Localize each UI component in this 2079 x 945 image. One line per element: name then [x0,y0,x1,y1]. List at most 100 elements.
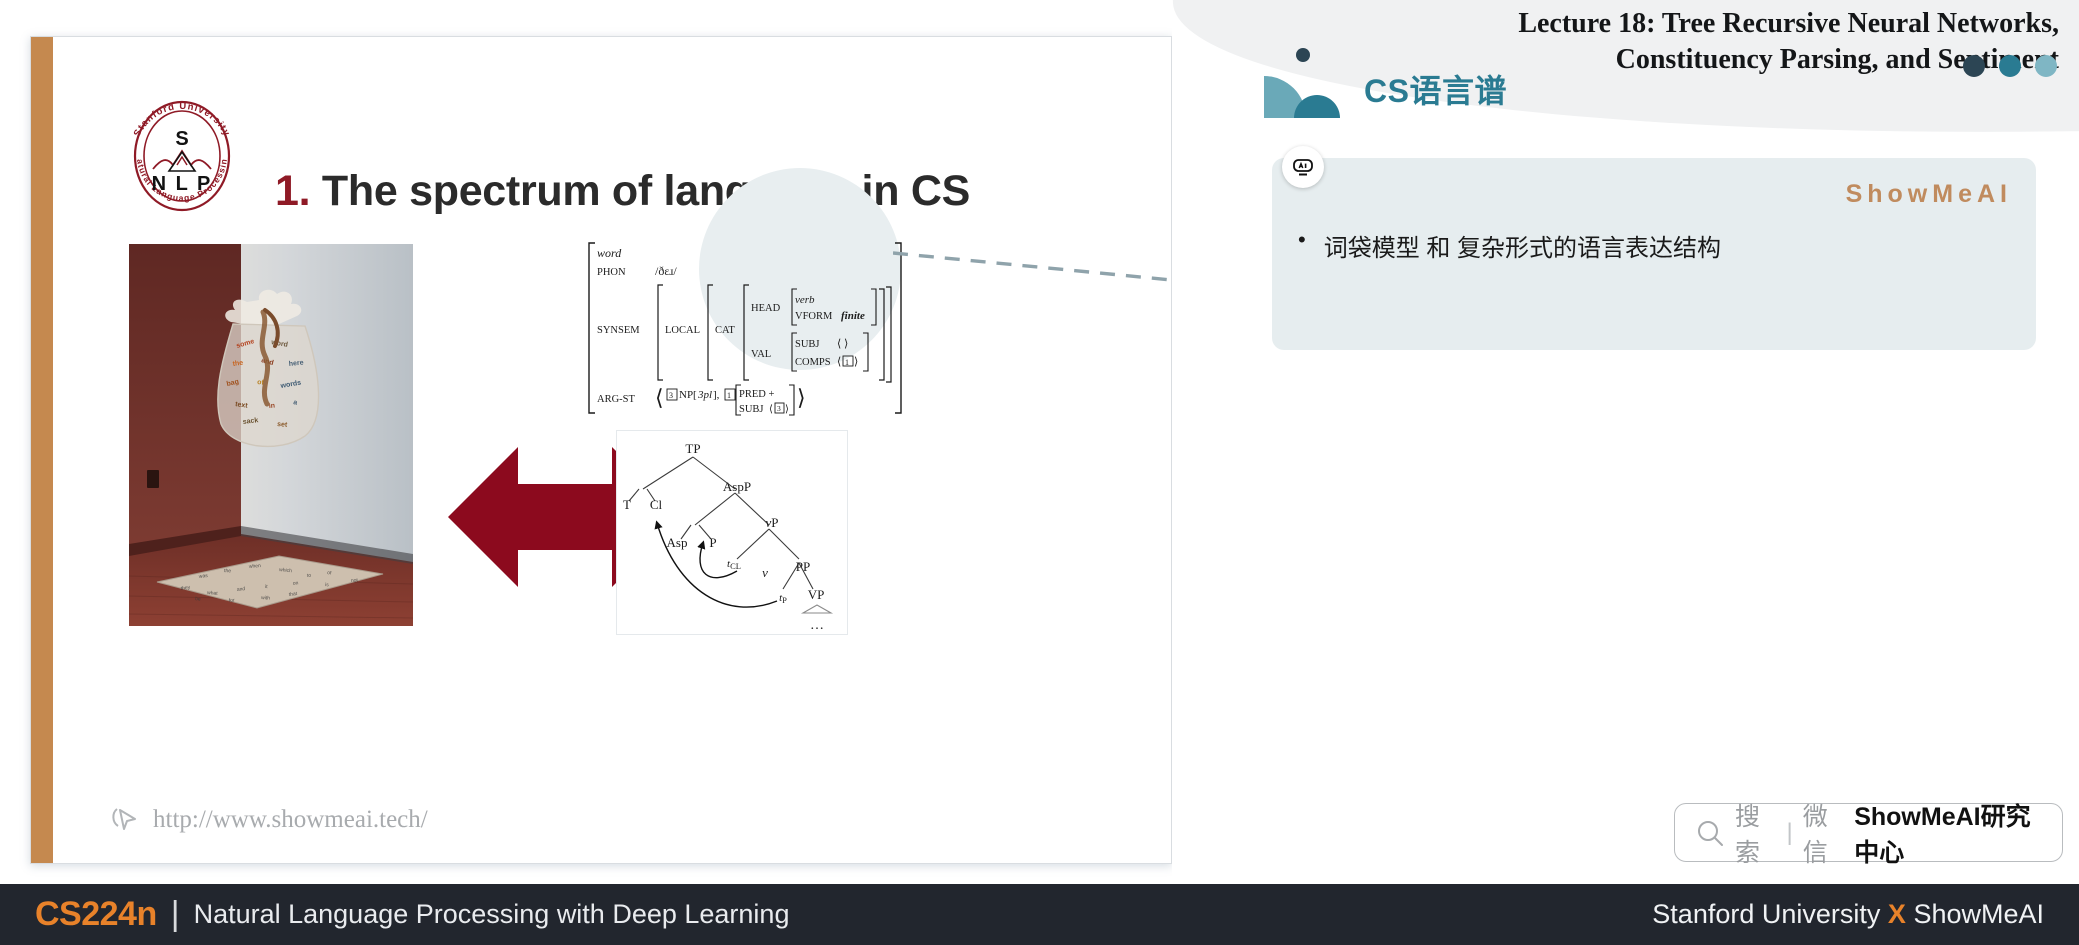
stanford-nlp-logo: Stanford University Natural Language Pro… [121,95,243,217]
svg-text:/ðɛɹ/: /ðɛɹ/ [655,264,677,278]
svg-text:the: the [224,568,232,574]
svg-text:⟨: ⟨ [655,385,664,410]
svg-text:3: 3 [669,391,673,400]
svg-text:what: what [207,590,219,597]
content-card: ShowMeAI • 词袋模型 和 复杂形式的语言表达结构 [1272,146,2036,350]
svg-text:VAL: VAL [751,349,771,360]
footer-course-name: Natural Language Processing with Deep Le… [193,899,790,929]
footer-x: X [1887,899,1906,929]
svg-text:be: be [195,596,201,603]
svg-text:VP: VP [808,587,825,602]
slide-content: Stanford University Natural Language Pro… [53,37,1534,863]
hpsg-avm-diagram: word PHON /ðɛɹ/ SYNSEM LOCAL CAT HEAD VA… [585,237,905,417]
cursor-click-icon [111,805,141,835]
ai-robot-icon [1282,146,1324,188]
bullet-text: 词袋模型 和 复杂形式的语言表达结构 [1323,235,1722,262]
svg-text:v: v [762,565,768,580]
bag-of-words-photo: was the when which to of they what and i… [129,244,413,626]
svg-text:Asp: Asp [667,535,688,550]
svg-text:P: P [709,535,716,550]
svg-text:set: set [277,421,288,429]
svg-text:AspP: AspP [723,479,751,494]
svg-text:Cl: Cl [650,497,663,512]
footer-left: CS224n | Natural Language Processing wit… [35,895,789,934]
svg-text:PRED +: PRED + [739,389,774,400]
svg-text:verb: verb [795,294,815,306]
svg-text:TP: TP [685,441,700,456]
footer-university: Stanford University [1652,899,1881,929]
search-account: ShowMeAI研究中心 [1854,802,2031,867]
svg-text:on: on [292,580,299,587]
section-title: CS语言谱 [1364,73,1507,109]
svg-text:⟩: ⟩ [785,404,789,415]
svg-text:PHON: PHON [597,267,626,278]
svg-text:PP: PP [796,559,810,574]
slide-card: Stanford University Natural Language Pro… [30,36,1534,864]
footer-divider: | [170,895,180,933]
watermark: http://www.showmeai.tech/ [111,805,428,835]
svg-text:for: for [229,597,236,604]
svg-text:⟩: ⟩ [854,356,858,368]
svg-text:finite: finite [841,310,865,322]
svg-text:that: that [289,591,299,598]
bullet-item: • 词袋模型 和 复杂形式的语言表达结构 [1298,227,1722,263]
slide-title-number: 1. [275,167,311,215]
bullet-symbol: • [1298,227,1306,252]
search-icon [1695,818,1725,848]
svg-text:word: word [597,246,622,260]
svg-text:⟨: ⟨ [837,356,841,368]
svg-text:3: 3 [777,404,781,413]
svg-text:T: T [623,497,631,512]
svg-text:to: to [307,573,312,579]
svg-text:N L P: N L P [152,173,213,195]
svg-text:HEAD: HEAD [751,303,781,314]
svg-text:when: when [249,563,262,570]
svg-text:with: with [261,595,271,602]
header-dot-2 [1999,55,2021,77]
svg-text:was: was [199,573,209,580]
showmeai-brandmark: ShowMeAI [1845,180,2012,208]
footer-right: Stanford University X ShowMeAI [1652,899,2044,930]
svg-text:SUBJ: SUBJ [739,404,764,415]
slide-accent-bar [31,37,53,863]
svg-text:…: … [810,618,824,633]
header-dots [1963,55,2057,77]
svg-text:1: 1 [727,391,731,400]
svg-text:and: and [237,586,246,593]
search-channel: 微信 [1802,802,1828,867]
header-dot-1 [1963,55,1985,77]
svg-text:],: ], [713,389,720,401]
svg-text:tCL: tCL [727,558,741,571]
svg-text:vP: vP [765,515,778,530]
syntax-tree: TP T Cl AspP Asp P vP tCL v PP tP VP … [616,430,848,635]
search-placeholder: 搜索 [1735,802,1761,867]
svg-text:SYNSEM: SYNSEM [597,325,640,336]
lecture-title-line1: Lecture 18: Tree Recursive Neural Networ… [1518,8,2059,39]
svg-text:⟩: ⟩ [797,385,806,410]
svg-text:not: not [351,577,359,584]
footer-partner: ShowMeAI [1913,899,2044,929]
svg-text:CAT: CAT [715,325,735,336]
header-dot-3 [2035,55,2057,77]
svg-text:3pl: 3pl [697,389,712,401]
svg-text:⟨: ⟨ [769,404,773,415]
right-panel: Lecture 18: Tree Recursive Neural Networ… [1172,0,2079,884]
svg-text:ARG-ST: ARG-ST [597,394,636,405]
svg-text:in: in [269,402,276,410]
svg-text:NP[: NP[ [679,389,697,401]
search-box[interactable]: 搜索 | 微信 ShowMeAI研究中心 [1674,803,2063,867]
svg-text:tP: tP [779,592,787,605]
svg-text:COMPS: COMPS [795,357,831,368]
slide-screenshot: Stanford University Natural Language Pro… [0,0,2079,945]
search-divider: | [1786,818,1793,846]
footer-bar: CS224n | Natural Language Processing wit… [0,884,2079,945]
svg-text:SUBJ: SUBJ [795,339,820,350]
svg-text:LOCAL: LOCAL [665,325,700,336]
svg-text:the: the [232,360,243,368]
section-logo-mark [1264,58,1350,118]
watermark-url: http://www.showmeai.tech/ [153,806,428,833]
svg-text:S: S [175,128,188,150]
svg-text:VFORM: VFORM [795,311,833,322]
svg-text:1: 1 [845,358,849,367]
footer-course-code: CS224n [35,895,157,933]
